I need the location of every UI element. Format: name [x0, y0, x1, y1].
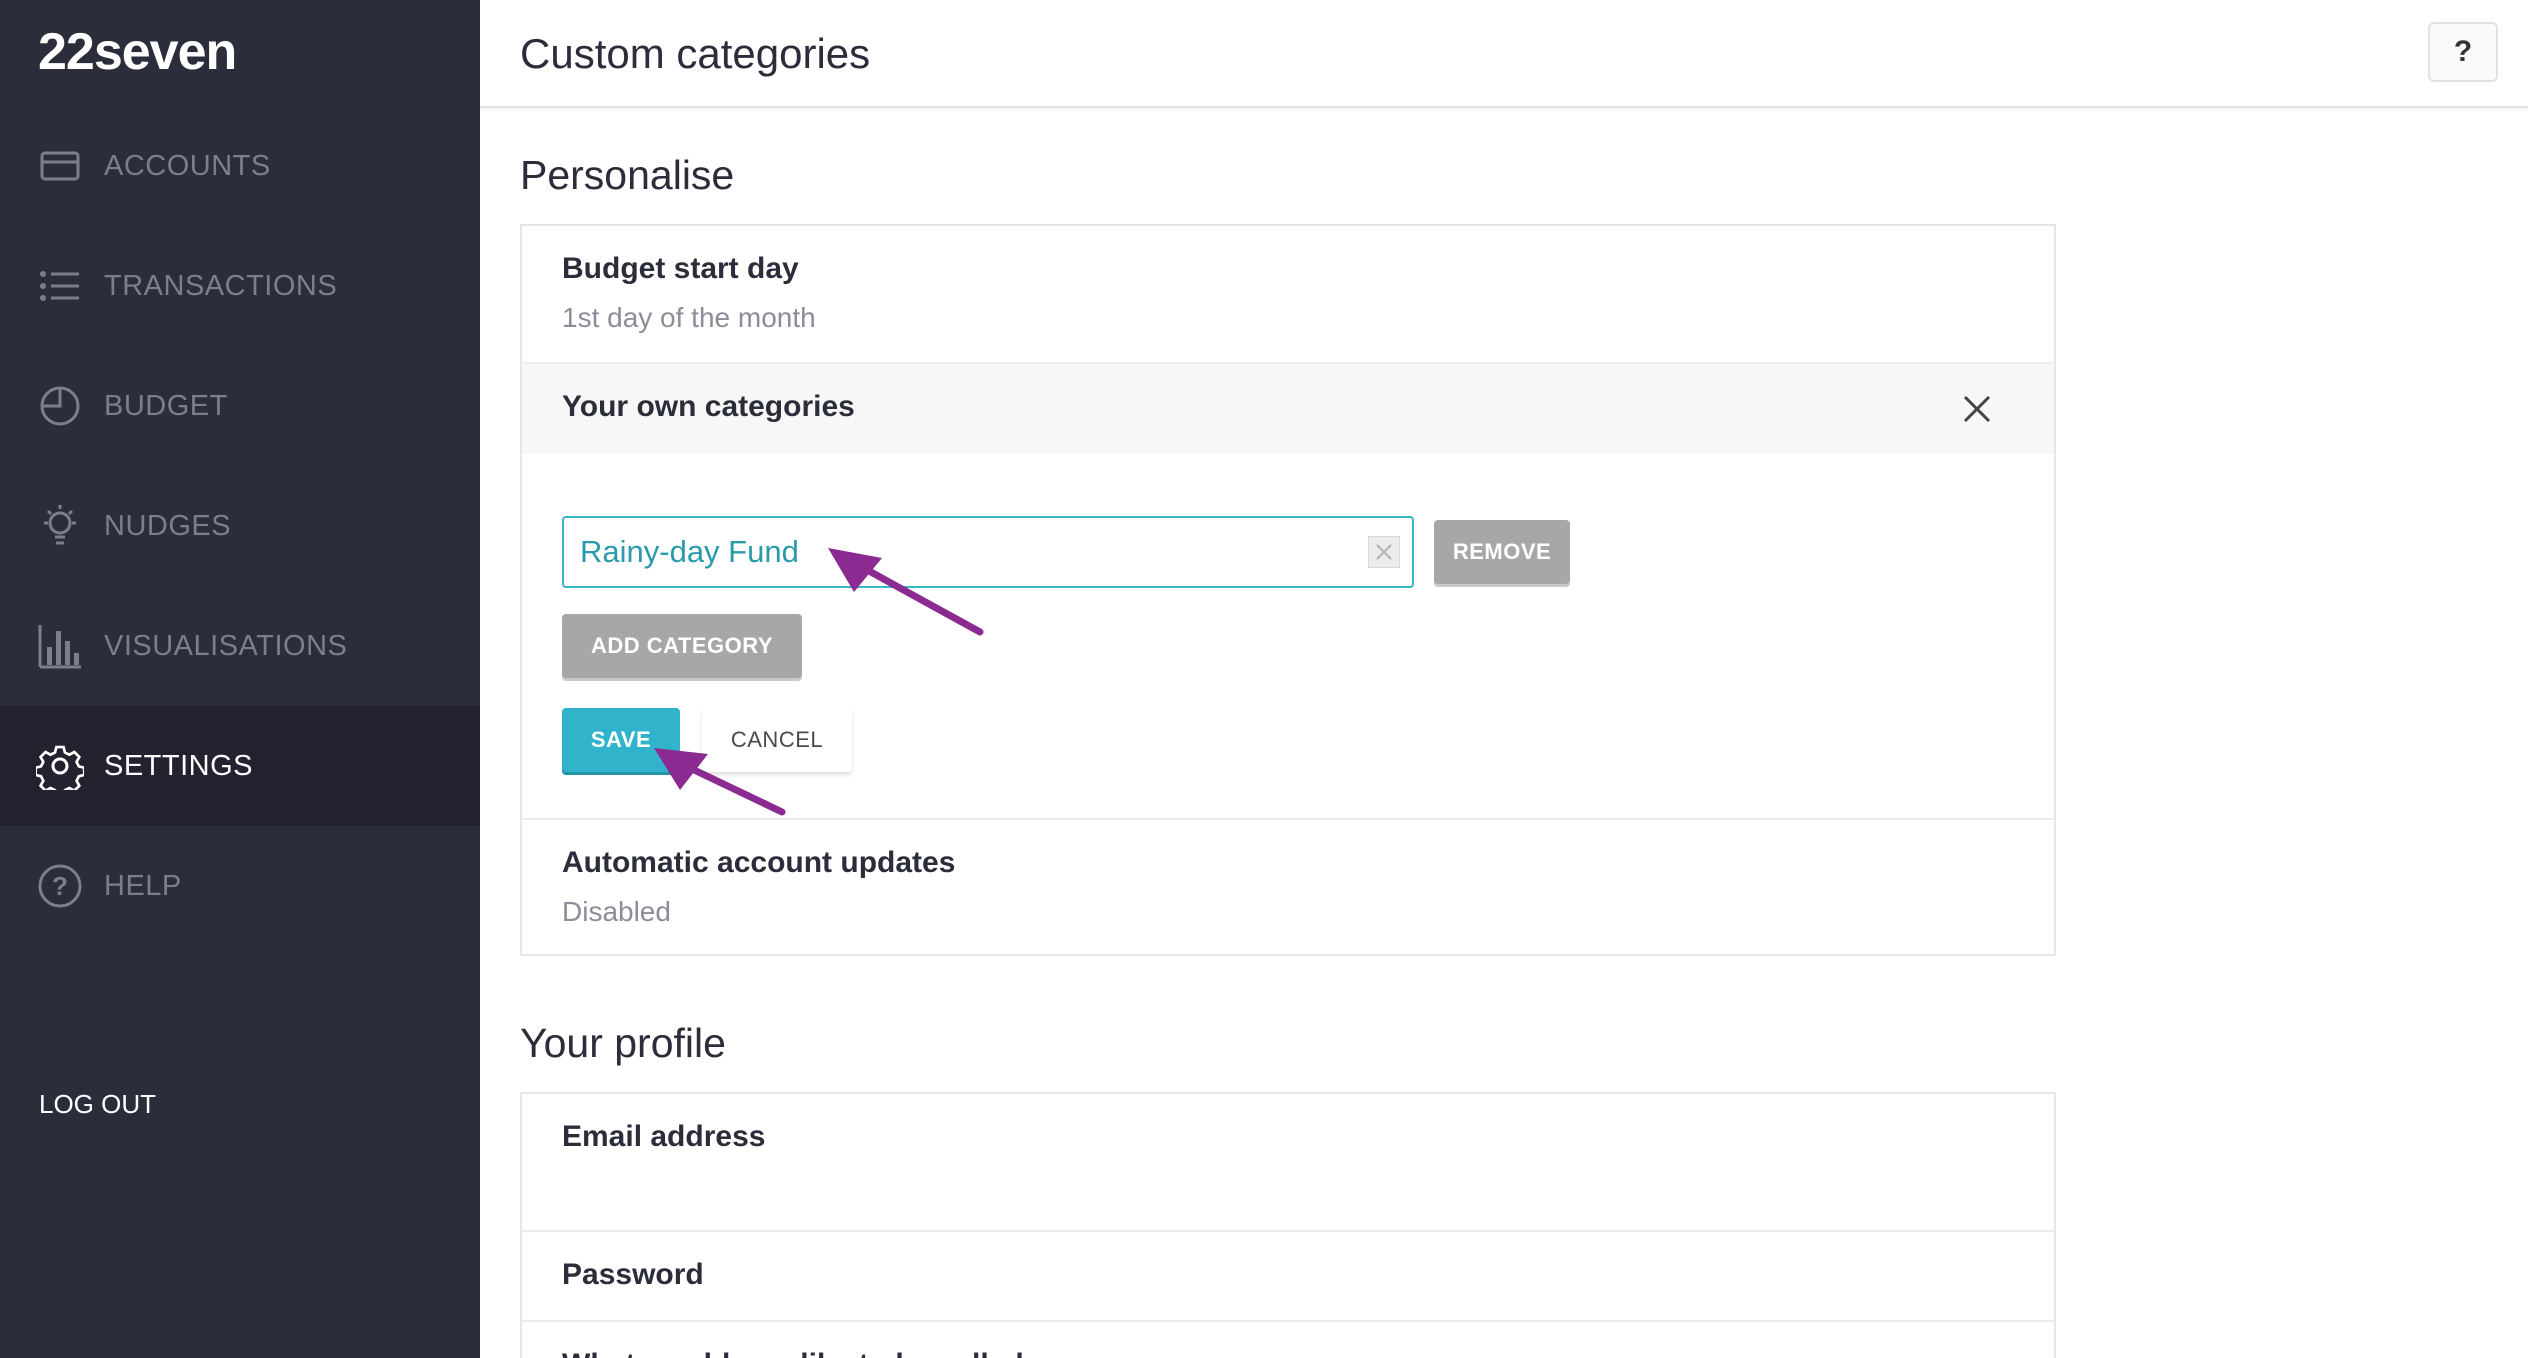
- sidebar-item-label: SETTINGS: [104, 749, 254, 782]
- personalise-card: Budget start day 1st day of the month Yo…: [520, 224, 2056, 956]
- annotation-arrow-icon: [828, 548, 984, 636]
- sidebar-item-label: HELP: [104, 869, 182, 902]
- sidebar-item-visualisations[interactable]: VISUALISATIONS: [0, 586, 480, 706]
- page-header: Custom categories ?: [480, 0, 2528, 108]
- sidebar-item-budget[interactable]: BUDGET: [0, 346, 480, 466]
- sidebar-item-label: BUDGET: [104, 389, 228, 422]
- auto-updates-row[interactable]: Automatic account updates Disabled: [522, 818, 2054, 956]
- sidebar-item-transactions[interactable]: TRANSACTIONS: [0, 226, 480, 346]
- clear-input-icon[interactable]: [1368, 536, 1400, 568]
- sidebar: 22seven ACCOUNTS TRANSACTIONS BUDGET NUD…: [0, 0, 480, 1358]
- password-title: Password: [562, 1258, 704, 1291]
- pie-icon: [36, 382, 84, 430]
- card-icon: [36, 142, 84, 190]
- sidebar-item-label: ACCOUNTS: [104, 149, 271, 182]
- bar-chart-icon: [36, 622, 84, 670]
- logout-link[interactable]: LOG OUT: [39, 1089, 156, 1120]
- auto-updates-value: Disabled: [562, 896, 671, 927]
- profile-card: Email address Password What would you li…: [520, 1092, 2056, 1358]
- sidebar-item-label: TRANSACTIONS: [104, 269, 338, 302]
- budget-start-row[interactable]: Budget start day 1st day of the month: [522, 226, 2054, 364]
- sidebar-item-label: NUDGES: [104, 509, 232, 542]
- app-logo[interactable]: 22seven: [38, 22, 237, 82]
- categories-header: Your own categories: [522, 364, 2054, 454]
- email-title: Email address: [562, 1120, 766, 1153]
- password-row[interactable]: Password: [522, 1232, 2054, 1322]
- sidebar-item-help[interactable]: ? HELP: [0, 826, 480, 946]
- email-row[interactable]: Email address: [522, 1094, 2054, 1232]
- categories-title: Your own categories: [562, 390, 855, 423]
- section-title-personalise: Personalise: [520, 152, 735, 198]
- gear-icon: [36, 742, 84, 790]
- display-name-title: What would you like to be called: [562, 1348, 1024, 1358]
- display-name-row[interactable]: What would you like to be called: [522, 1322, 2054, 1358]
- help-button[interactable]: ?: [2428, 22, 2498, 82]
- annotation-arrow-icon: [654, 748, 786, 816]
- close-icon[interactable]: [1960, 392, 1994, 426]
- svg-text:?: ?: [52, 871, 68, 901]
- list-icon: [36, 262, 84, 310]
- auto-updates-title: Automatic account updates: [562, 846, 956, 879]
- section-title-profile: Your profile: [520, 1020, 726, 1066]
- lightbulb-icon: [36, 502, 84, 550]
- sidebar-item-nudges[interactable]: NUDGES: [0, 466, 480, 586]
- budget-start-value: 1st day of the month: [562, 302, 816, 333]
- sidebar-item-label: VISUALISATIONS: [104, 629, 348, 662]
- sidebar-item-settings[interactable]: SETTINGS: [0, 706, 480, 826]
- sidebar-item-accounts[interactable]: ACCOUNTS: [0, 106, 480, 226]
- add-category-button[interactable]: ADD CATEGORY: [562, 614, 802, 678]
- page-title: Custom categories: [520, 30, 871, 77]
- help-circle-icon: ?: [36, 862, 84, 910]
- budget-start-title: Budget start day: [562, 252, 799, 285]
- remove-category-button[interactable]: REMOVE: [1434, 520, 1570, 584]
